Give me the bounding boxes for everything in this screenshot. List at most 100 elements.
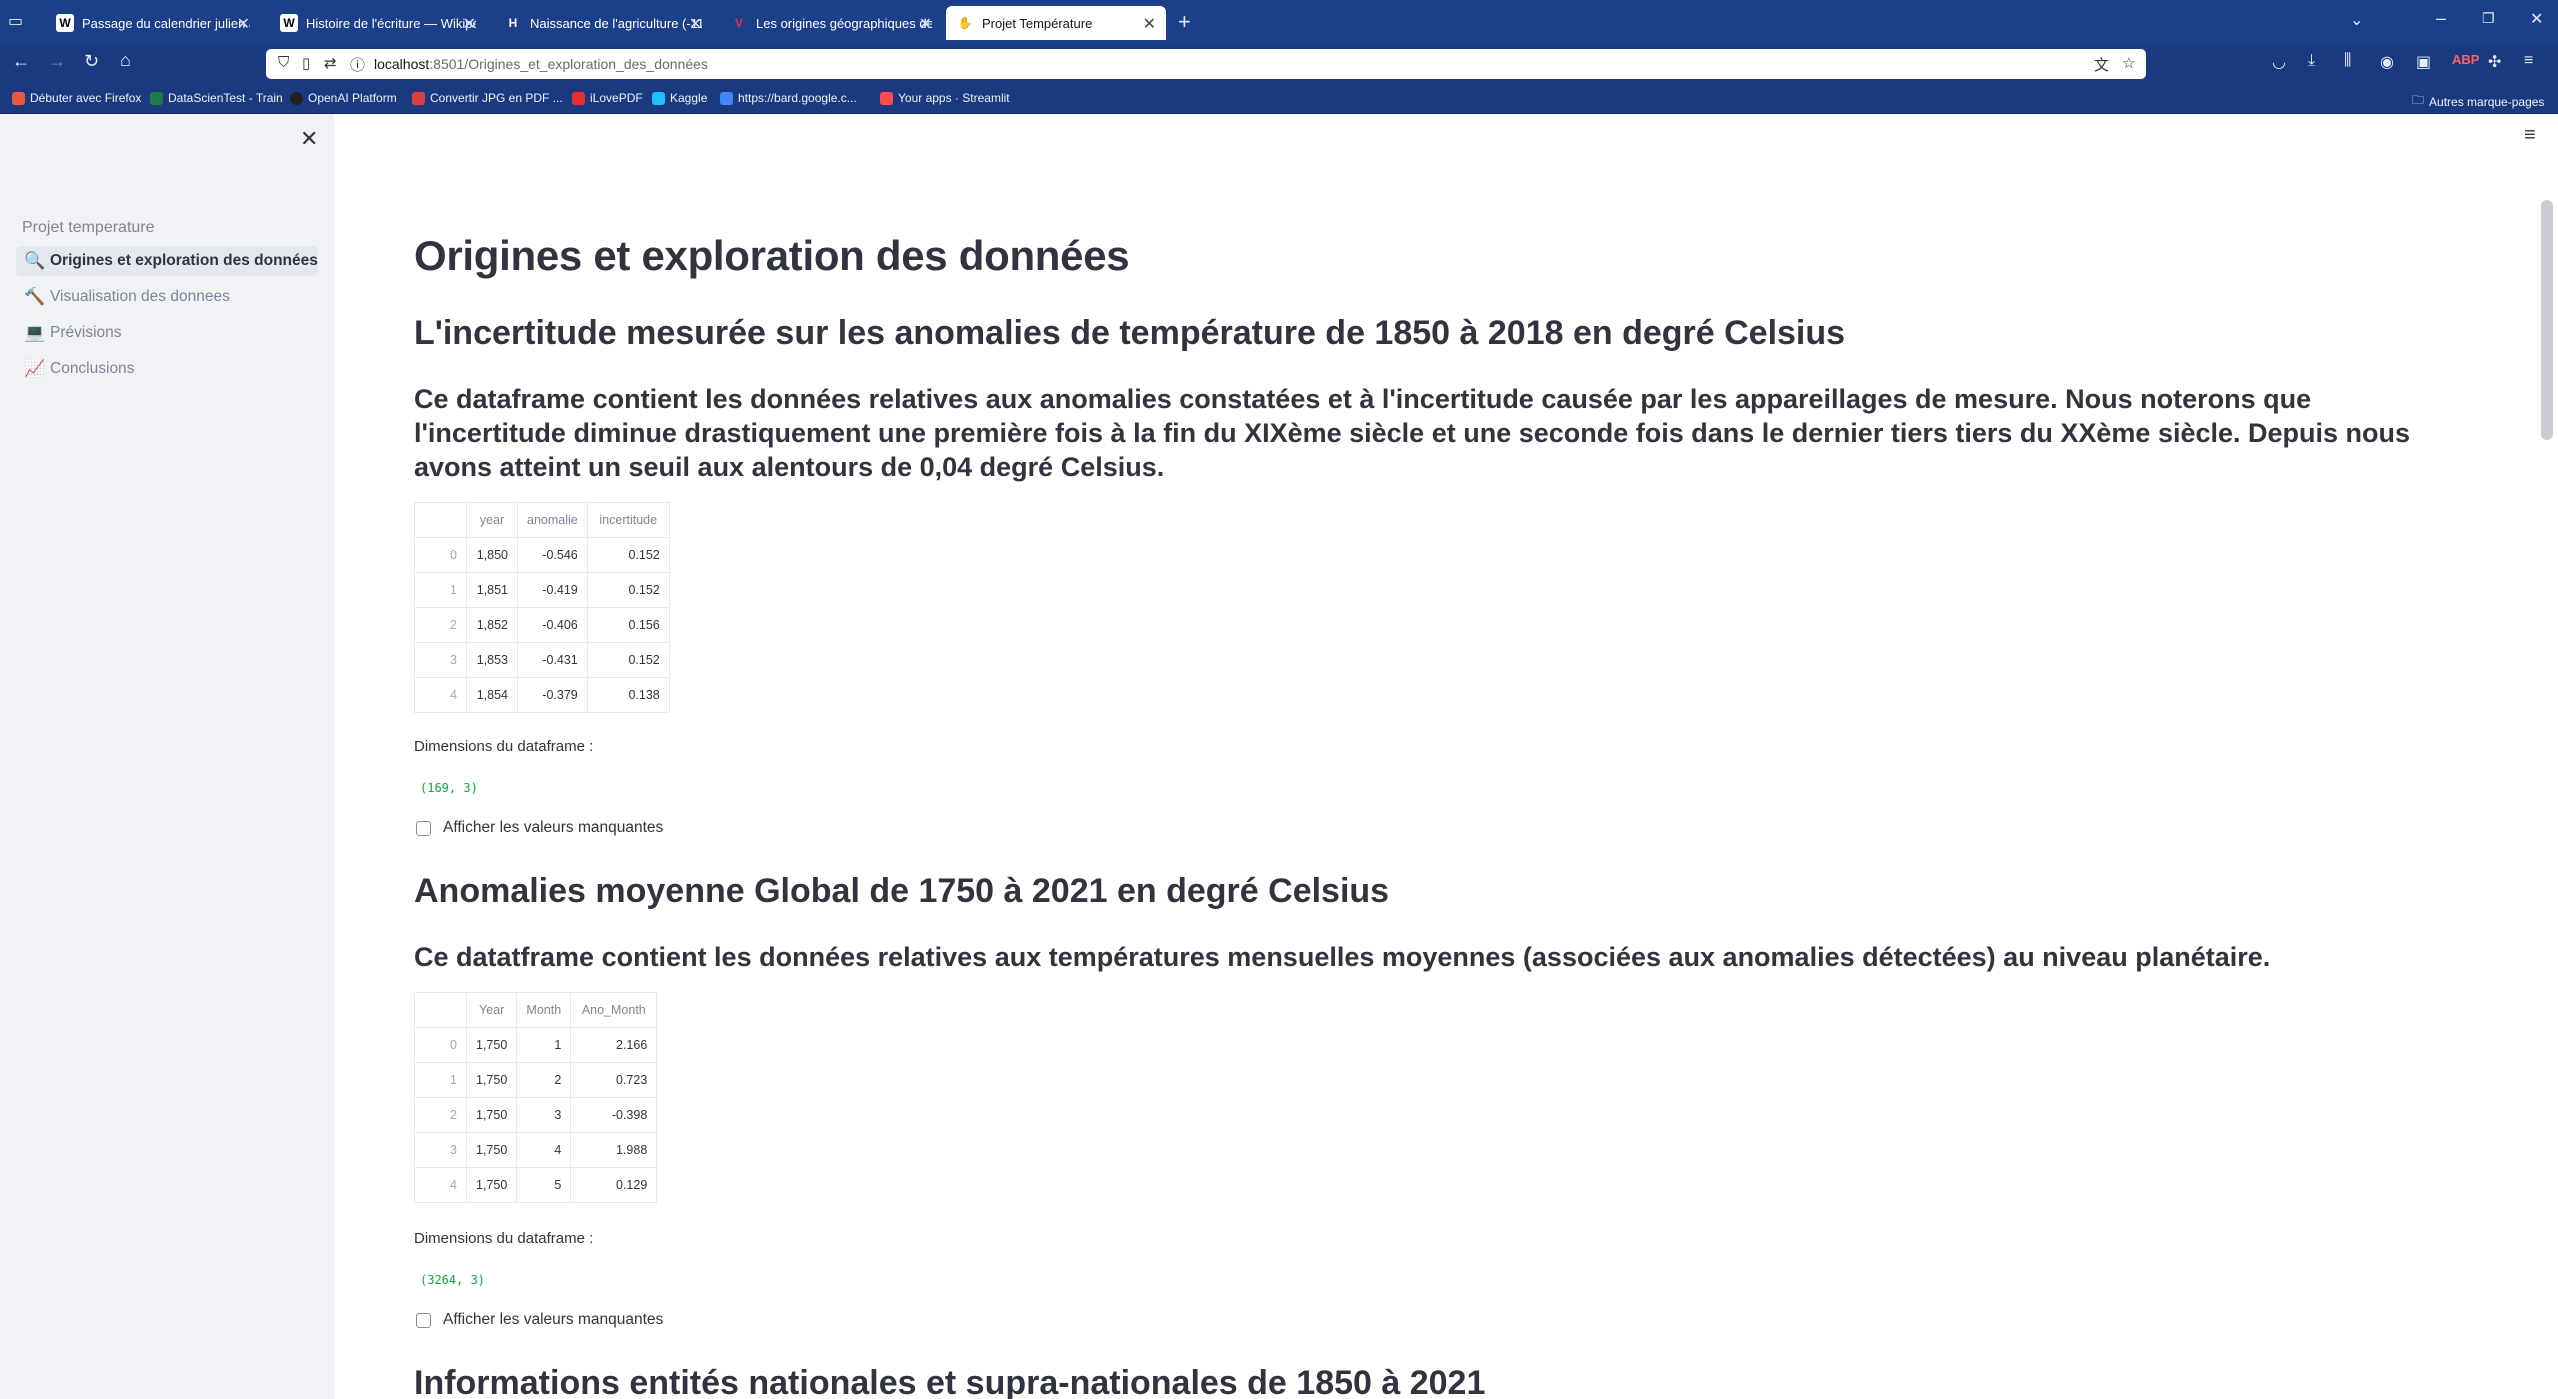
restore-icon[interactable]: ❐ xyxy=(2482,10,2495,27)
bookmark-item[interactable]: Convertir JPG en PDF ... xyxy=(412,91,563,105)
column-header[interactable]: year xyxy=(466,502,518,538)
bookmark-item[interactable]: Your apps · Streamlit xyxy=(880,91,1010,105)
bookmark-item[interactable]: Kaggle xyxy=(652,91,707,105)
tab-list-icon[interactable]: ▭ xyxy=(8,11,23,31)
bookmark-item[interactable]: https://bard.google.c... xyxy=(720,91,857,105)
sidebar: ✕ Projet temperature 🔍 Origines et explo… xyxy=(0,114,334,1399)
column-header[interactable]: Year xyxy=(465,992,518,1028)
table-cell: 0.723 xyxy=(570,1062,658,1098)
dimensions-value: (169, 3) xyxy=(420,781,478,795)
checkbox-label[interactable]: Afficher les valeurs manquantes xyxy=(443,1311,663,1329)
sidebar-item-previsions[interactable]: 💻 Prévisions xyxy=(16,318,318,348)
checkbox-label[interactable]: Afficher les valeurs manquantes xyxy=(443,819,663,837)
home-icon[interactable]: ⌂ xyxy=(120,50,131,71)
table-cell: 1,750 xyxy=(465,1027,518,1063)
forward-icon[interactable]: → xyxy=(48,51,66,72)
other-bookmarks[interactable]: 🗀 Autres marque-pages xyxy=(2412,91,2544,112)
missing-values-checkbox[interactable]: Afficher les valeurs manquantes xyxy=(416,819,663,837)
checkbox-box[interactable] xyxy=(416,1312,431,1328)
table-cell: 1,750 xyxy=(465,1132,518,1168)
dataframe-table[interactable]: year anomalie incertitude 0 1,850 -0.546 0.… xyxy=(414,502,670,713)
table-cell: 1,850 xyxy=(466,537,518,573)
table-header-row: Year Month Ano_Month xyxy=(414,992,658,1028)
extension-icon[interactable]: ▣ xyxy=(2416,52,2431,72)
dataframe-table[interactable]: Year Month Ano_Month 0 1,750 1 2.166 1 1,750… xyxy=(414,992,658,1203)
table-cell: -0.546 xyxy=(517,537,588,573)
bookmark-item[interactable]: DataScienTest - Train xyxy=(150,91,283,105)
table-cell: 0.152 xyxy=(586,572,670,608)
close-tab-icon[interactable]: ✕ xyxy=(689,14,702,34)
close-tab-icon[interactable]: ✕ xyxy=(1143,14,1156,34)
info-icon[interactable]: ⓘ xyxy=(350,54,365,75)
browser-tab[interactable]: V Les origines géographiques de ✕ xyxy=(720,6,942,40)
address-bar[interactable]: ⛉ ▯ ⇄ ⓘ localhost:8501/Origines_et_explo… xyxy=(266,49,2146,79)
pdf-icon xyxy=(412,91,425,105)
permissions-icon[interactable]: ⇄ xyxy=(324,54,337,72)
bookmark-label: Convertir JPG en PDF ... xyxy=(430,91,563,105)
column-header[interactable]: Ano_Month xyxy=(570,992,658,1028)
column-header[interactable]: incertitude xyxy=(586,502,670,538)
column-header[interactable]: Month xyxy=(516,992,572,1028)
browser-tab[interactable]: W Passage du calendrier julien au ✕ xyxy=(46,6,260,40)
bookmark-label: https://bard.google.c... xyxy=(738,91,857,105)
bookmark-item[interactable]: iLovePDF xyxy=(572,91,643,105)
translate-icon[interactable]: 文 xyxy=(2094,54,2109,75)
table-cell: -0.398 xyxy=(570,1097,658,1133)
scrollbar-thumb[interactable] xyxy=(2541,200,2553,440)
history-favicon-icon: H xyxy=(508,16,518,30)
table-cell: -0.406 xyxy=(517,607,588,643)
url-path: :8501/Origines_et_exploration_des_donnée… xyxy=(429,56,708,72)
browser-tab[interactable]: W Histoire de l'écriture — Wikipé ✕ xyxy=(270,6,486,40)
back-icon[interactable]: ← xyxy=(12,51,30,72)
close-tab-icon[interactable]: ✕ xyxy=(463,14,476,34)
sidebar-item-origines[interactable]: 🔍 Origines et exploration des données xyxy=(16,246,318,276)
table-cell: 2.166 xyxy=(570,1027,658,1063)
browser-tab[interactable]: H Naissance de l'agriculture (-11 ✕ xyxy=(494,6,712,40)
downloads-icon[interactable]: ⤓ xyxy=(2308,52,2315,70)
bookmark-item[interactable]: OpenAI Platform xyxy=(290,91,397,105)
table-cell: 1 xyxy=(414,1062,467,1098)
close-tab-icon[interactable]: ✕ xyxy=(919,14,932,34)
adblock-icon[interactable]: ABP xyxy=(2452,52,2479,67)
table-row: 4 1,854 -0.379 0.138 xyxy=(414,677,670,713)
browser-nav-bar: ← → ↻ ⌂ ⛉ ▯ ⇄ ⓘ localhost:8501/Origines_… xyxy=(0,44,2558,84)
browser-tab-active[interactable]: ✋ Projet Température ✕ xyxy=(946,6,1166,40)
bookmark-label: Kaggle xyxy=(670,91,708,105)
hamburger-menu-icon[interactable]: ≡ xyxy=(2524,124,2536,147)
bookmark-label: OpenAI Platform xyxy=(308,91,397,105)
checkbox-box[interactable] xyxy=(416,820,431,836)
table-cell: 1,854 xyxy=(466,677,518,713)
table-cell: 1,750 xyxy=(465,1097,518,1133)
table-row: 4 1,750 5 0.129 xyxy=(414,1167,658,1203)
missing-values-checkbox[interactable]: Afficher les valeurs manquantes xyxy=(416,1311,663,1329)
bookmark-label: DataScienTest - Train xyxy=(168,91,283,105)
extensions-puzzle-icon[interactable]: ✣ xyxy=(2488,52,2501,72)
site-favicon-icon: V xyxy=(734,16,743,30)
column-header[interactable]: anomalie xyxy=(517,502,588,538)
new-tab-icon[interactable]: + xyxy=(1178,9,1191,35)
account-icon[interactable]: ◉ xyxy=(2380,52,2394,72)
bookmark-star-icon[interactable]: ☆ xyxy=(2122,54,2135,72)
shield-icon[interactable]: ⛉ xyxy=(278,54,289,71)
table-row: 2 1,750 3 -0.398 xyxy=(414,1097,658,1133)
sidebar-item-conclusions[interactable]: 📈 Conclusions xyxy=(16,354,318,384)
sidebar-item-visualisation[interactable]: 🔨 Visualisation des donnees xyxy=(16,282,318,312)
close-tab-icon[interactable]: ✕ xyxy=(237,14,250,34)
ilovepdf-icon xyxy=(572,91,585,105)
reload-icon[interactable]: ↻ xyxy=(84,51,99,72)
app-menu-icon[interactable]: ≡ xyxy=(2524,52,2533,70)
table-cell: 2 xyxy=(414,607,467,643)
close-sidebar-icon[interactable]: ✕ xyxy=(300,126,318,152)
pocket-icon[interactable]: ◡ xyxy=(2272,52,2286,72)
table-cell: 2 xyxy=(414,1097,467,1133)
section-description: Ce dataframe contient les données relati… xyxy=(414,384,2411,482)
tab-title: Projet Température xyxy=(982,15,1093,31)
table-cell: 0.129 xyxy=(570,1167,658,1203)
close-window-icon[interactable]: ✕ xyxy=(2530,9,2543,29)
list-all-tabs-icon[interactable]: ⌄ xyxy=(2350,10,2363,30)
minimize-icon[interactable]: – xyxy=(2436,8,2446,29)
firefox-icon xyxy=(12,91,25,105)
library-icon[interactable]: ⫼ xyxy=(2344,52,2351,70)
bookmark-item[interactable]: Débuter avec Firefox xyxy=(12,91,141,105)
table-cell: 1,750 xyxy=(465,1062,518,1098)
